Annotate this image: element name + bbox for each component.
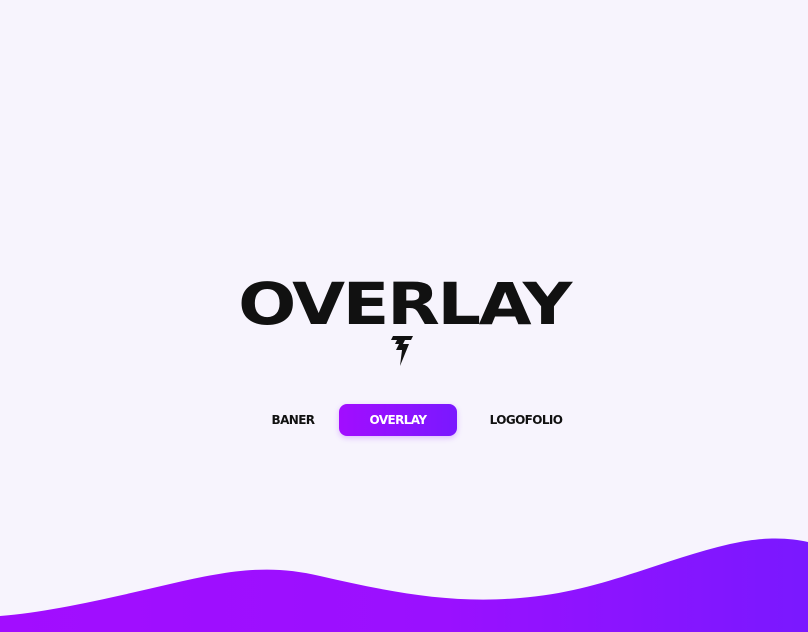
lightning-bolt-logo-icon	[391, 336, 413, 366]
page-title: OVERLAY	[238, 270, 572, 338]
page: OVERLAY BANER OVERLAY LOGOFOLIO	[0, 0, 808, 632]
portfolio-nav: BANER OVERLAY LOGOFOLIO	[0, 404, 808, 436]
nav-item-logofolio[interactable]: LOGOFOLIO	[480, 404, 572, 436]
decorative-wave	[0, 538, 808, 632]
nav-item-baner[interactable]: BANER	[262, 404, 324, 436]
nav-item-overlay[interactable]: OVERLAY	[339, 404, 457, 436]
